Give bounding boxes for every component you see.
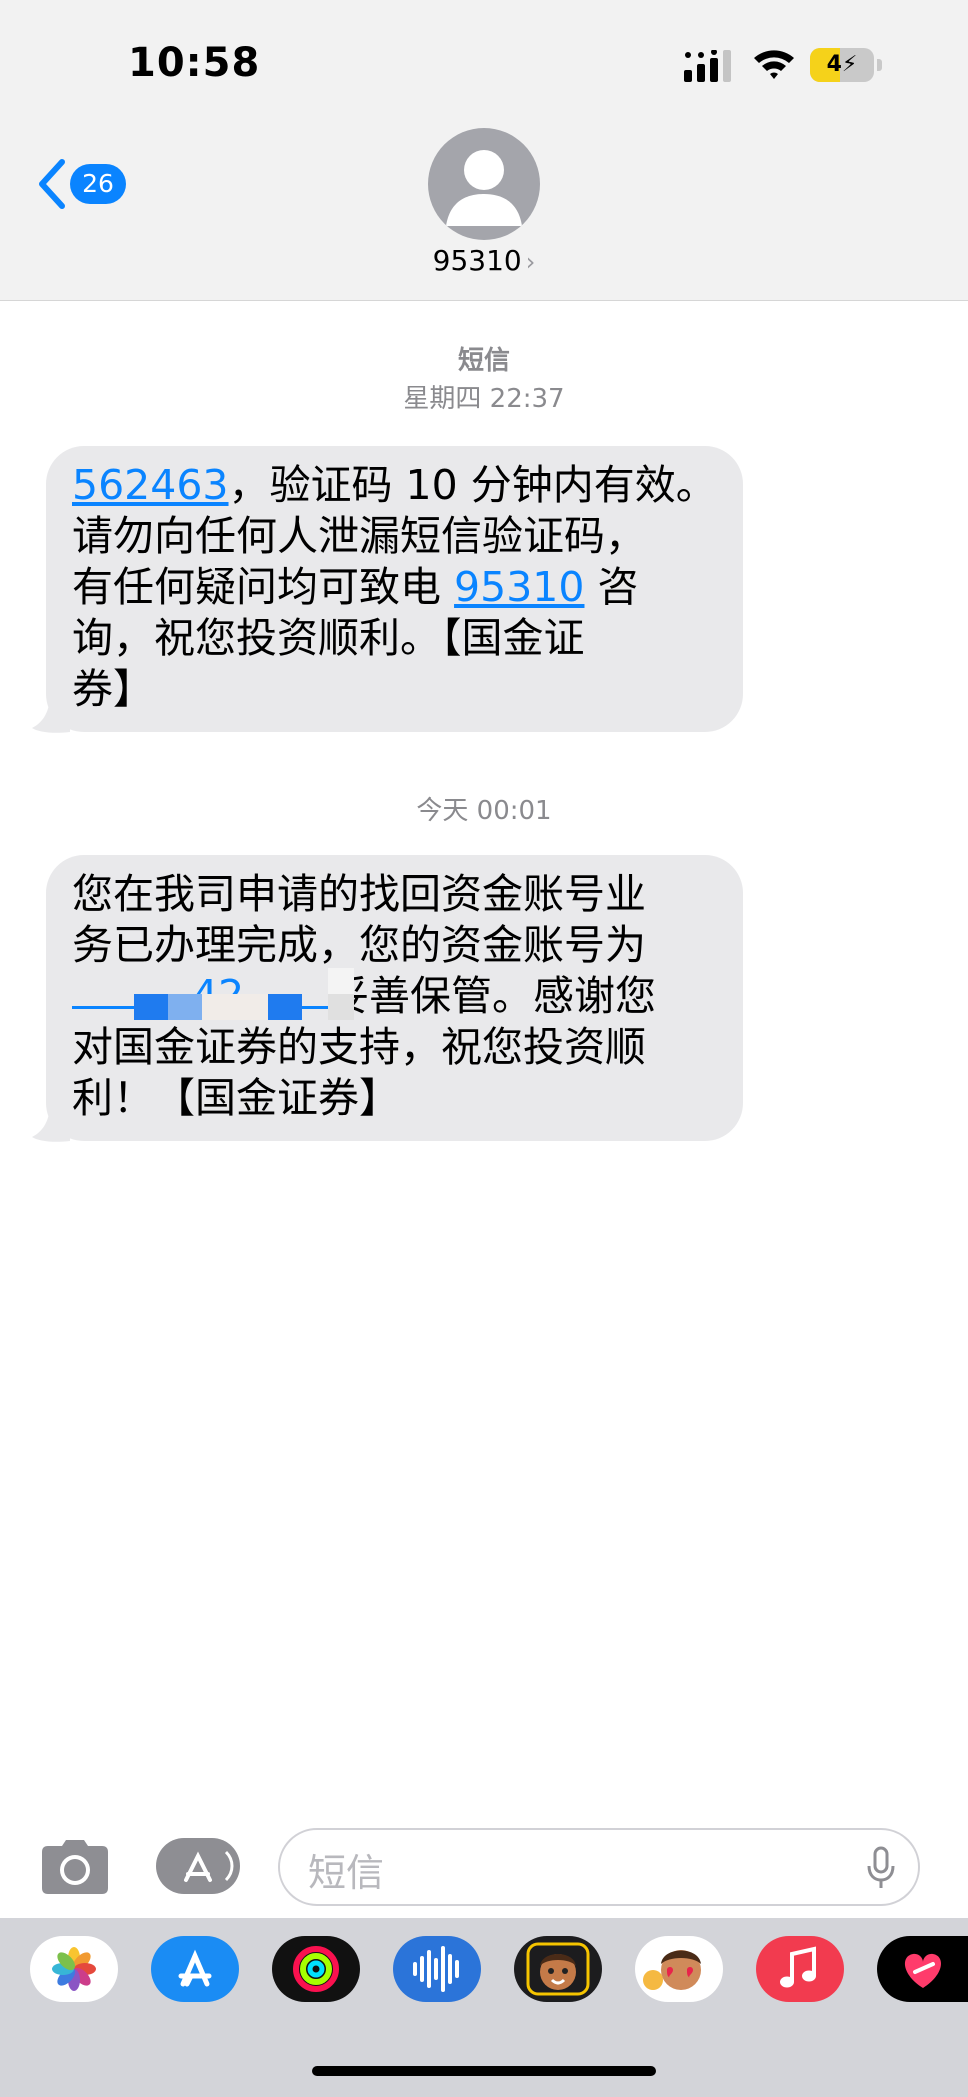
app-store-button[interactable] [156,1838,240,1894]
status-time: 10:58 [128,40,261,86]
message-2-line-5: 利！【国金证券】 [72,1074,400,1122]
contact-name: 95310 [432,244,522,277]
message-input-placeholder: 短信 [308,1851,385,1895]
contact-name-button[interactable]: 95310 › [0,244,968,277]
message-2-line-4: 对国金证券的支持，祝您投资顺 [72,1023,646,1071]
message-1-line-1: 562463，验证码 10 分钟内有效。 [72,461,717,509]
digital-touch-icon [904,1953,942,1988]
message-1-line-5: 券】 [72,665,154,713]
fitness-icon [293,1946,339,1992]
home-indicator[interactable] [312,2066,656,2076]
contact-avatar[interactable] [428,128,540,240]
message-bubble-2[interactable]: 您在我司申请的找回资金账号业 务已办理完成，您的资金账号为 42妥善保管。感谢您… [46,855,743,1141]
redacted-account-number: 42 [72,968,354,1020]
charging-bolt-icon: ⚡ [841,52,858,77]
music-app-button[interactable] [756,1936,844,2002]
audio-message-app-button[interactable] [393,1936,481,2002]
photos-icon [52,1947,96,1991]
memoji-app-button[interactable] [514,1936,602,2002]
back-unread-badge[interactable]: 26 [70,164,126,204]
conversation-header: 10:58 4⚡ 26 95310 › [0,0,968,301]
memoji-icon [526,1942,590,1996]
app-store-app-button[interactable] [151,1936,239,2002]
app-store-icon [178,1949,212,1987]
timestamp-1: 星期四 22:37 [403,384,565,414]
message-1-line-4: 询，祝您投资顺利。【国金证 [72,614,585,662]
message-2-line-2: 务已办理完成，您的资金账号为 [72,921,646,969]
bubble-tail-2 [32,1103,70,1142]
message-2-line-3: 42妥善保管。感谢您 [72,968,717,1022]
message-input[interactable]: 短信 [278,1828,920,1906]
app-store-a-icon [184,1850,234,1882]
person-silhouette-icon [446,150,522,226]
chevron-right-icon: › [525,248,536,276]
battery-indicator: 4⚡ [810,48,882,82]
phone-number-link[interactable]: 95310 [454,563,584,611]
timestamp-2: 今天 00:01 [416,796,552,826]
back-chevron-icon[interactable] [34,156,70,212]
fitness-app-button[interactable] [272,1936,360,2002]
message-2-line-1: 您在我司申请的找回资金账号业 [72,870,646,918]
message-1-line-2: 请勿向任何人泄漏短信验证码， [72,512,646,560]
wifi-icon [754,50,794,79]
message-bubble-1[interactable]: 562463，验证码 10 分钟内有效。 请勿向任何人泄漏短信验证码， 有任何疑… [46,446,743,732]
service-label: 短信 [457,346,510,376]
audio-message-icon [413,1946,459,1992]
memoji-stickers-app-button[interactable] [635,1936,723,2002]
digital-touch-app-button[interactable] [877,1936,968,2002]
cellular-signal-icon [684,50,731,82]
bubble-tail-1 [32,694,70,733]
message-1-line-3: 有任何疑问均可致电 95310 咨 [72,563,639,611]
verification-code-link[interactable]: 562463 [72,461,229,509]
music-icon [780,1946,816,1988]
memoji-stickers-icon [643,1950,701,1990]
microphone-icon[interactable] [866,1846,896,1890]
photos-app-button[interactable] [30,1936,118,2002]
battery-level: 4 [826,52,842,77]
camera-icon[interactable] [40,1838,110,1896]
